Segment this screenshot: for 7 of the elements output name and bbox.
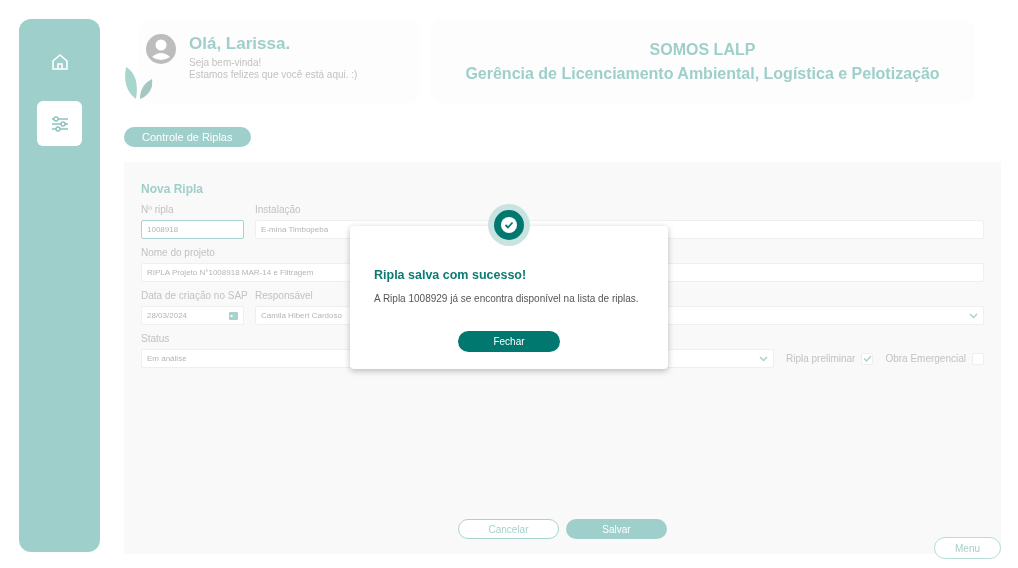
greeting-title: Olá, Larissa. bbox=[189, 34, 292, 54]
modal-message: A Ripla 1008929 já se encontra disponível na lista de riplas. bbox=[374, 291, 639, 306]
greeting-text: Seja bem-vinda! bbox=[189, 57, 263, 69]
banner-subtitle: Gerência de Licenciamento Ambiental, Logística e Pelotização bbox=[465, 63, 940, 84]
modal-title: Ripla salva com sucesso! bbox=[374, 267, 528, 284]
form-title: Nova Ripla bbox=[141, 181, 204, 198]
banner-title: SOMOS LALP bbox=[649, 39, 756, 60]
